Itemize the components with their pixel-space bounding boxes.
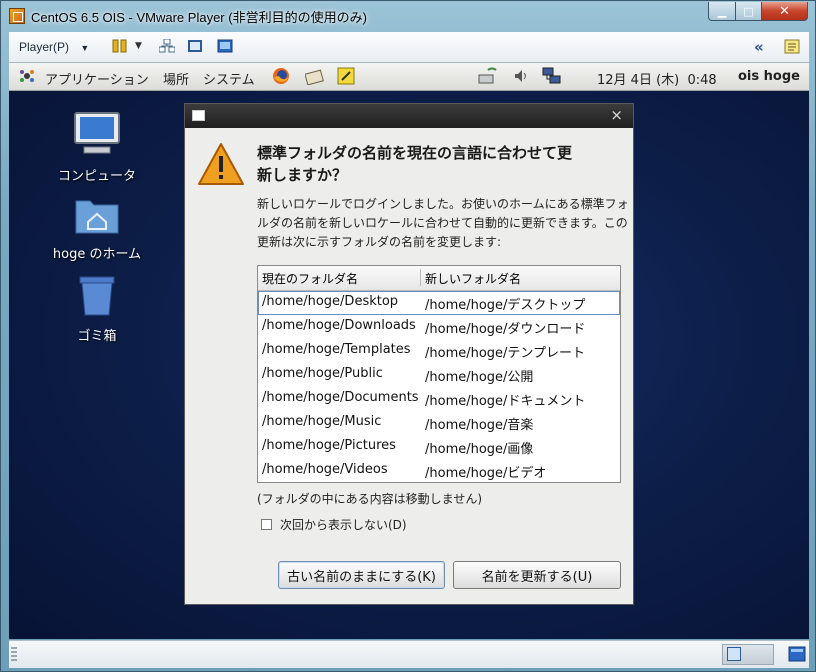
cell-new: /home/hoge/公開 [425,370,534,385]
table-row[interactable]: /home/hoge/Desktop /home/hoge/デスクトップ [258,291,620,315]
cell-current: /home/hoge/Pictures [262,438,396,453]
note-text: (フォルダの中にある内容は移動しません) [257,492,483,506]
table-row[interactable]: /home/hoge/Downloads /home/hoge/ダウンロード [258,315,620,339]
cell-new: /home/hoge/画像 [425,442,534,457]
dialog-close-icon[interactable]: × [610,106,623,124]
maximize-icon: □ [743,4,754,18]
minimize-icon: ▁ [717,4,727,18]
vmware-window: CentOS 6.5 OIS - VMware Player (非営利目的の使用… [0,0,816,672]
dont-show-again-checkbox[interactable] [261,519,272,530]
cell-current: /home/hoge/Downloads [262,318,416,333]
cell-new: /home/hoge/ドキュメント [425,394,586,409]
player-menu-label: Player(P) [19,40,70,54]
user-menu[interactable]: ois hoge [738,69,800,84]
column-separator [420,269,421,286]
cell-current: /home/hoge/Music [262,414,382,429]
dialog-heading: 標準フォルダの名前を現在の言語に合わせて更新しますか？ [257,144,573,184]
vmware-app-icon [9,8,25,24]
update-names-button[interactable]: 名前を更新する(U) [453,561,621,589]
cell-new: /home/hoge/ダウンロード [425,322,586,337]
table-row[interactable]: /home/hoge/Pictures /home/hoge/画像 [258,435,620,459]
network-status-icon[interactable] [478,67,497,85]
window-title: CentOS 6.5 OIS - VMware Player (非営利目的の使用… [31,10,367,25]
unity-icon[interactable] [217,39,233,53]
menu-places[interactable]: 場所 [163,69,189,88]
dialog-body-text: 新しいロケールでログインしました。お使いのホームにある標準フォルダの名前を新しい… [257,197,629,249]
mail-icon[interactable] [304,67,324,86]
cell-current: /home/hoge/Videos [262,462,388,477]
desktop-icon-computer[interactable]: コンピュータ [52,111,142,184]
warning-icon [197,142,245,190]
close-icon: ✕ [779,3,790,19]
resize-grip-icon [11,647,17,663]
table-row[interactable]: /home/hoge/Videos /home/hoge/ビデオ [258,459,620,483]
gnome-top-panel: アプリケーション 場所 システム 12月 4日 (木) 0:48 ois hog… [9,63,809,91]
minimize-button[interactable]: ▁ [708,2,736,21]
vmware-status-bar [9,640,809,668]
cell-current: /home/hoge/Public [262,366,383,381]
pause-dropdown-icon[interactable]: ▼ [135,41,151,55]
folder-table[interactable]: 現在のフォルダ名 新しいフォルダ名 /home/hoge/Desktop /ho… [257,265,621,483]
cell-new: /home/hoge/ビデオ [425,466,547,481]
table-row[interactable]: /home/hoge/Public /home/hoge/公開 [258,363,620,387]
dialog-title-bar[interactable]: × [185,104,633,128]
dialog-window-icon [192,110,205,121]
cell-new: /home/hoge/音楽 [425,418,534,433]
gnome-foot-icon [18,67,36,85]
volume-icon[interactable] [512,67,530,85]
column-header-new[interactable]: 新しいフォルダ名 [425,270,521,287]
cell-new: /home/hoge/デスクトップ [425,298,586,313]
title-bar[interactable]: CentOS 6.5 OIS - VMware Player (非営利目的の使用… [1,1,816,31]
column-header-current[interactable]: 現在のフォルダ名 [262,270,358,287]
notes-icon[interactable] [784,39,800,54]
collapse-icon[interactable]: « [754,38,770,56]
cell-current: /home/hoge/Templates [262,342,411,357]
clock[interactable]: 12月 4日 (木) 0:48 [597,69,717,88]
menu-system[interactable]: システム [203,69,255,88]
fullscreen-icon[interactable] [187,39,203,53]
desktop-icon-label: ゴミ箱 [77,329,117,344]
cell-current: /home/hoge/Desktop [262,294,399,309]
network-devices-icon[interactable] [158,38,176,53]
maximize-button[interactable]: □ [735,2,762,21]
close-button[interactable]: ✕ [761,2,808,21]
network-manager-icon[interactable] [541,67,561,85]
table-header: 現在のフォルダ名 新しいフォルダ名 [258,266,620,291]
pause-icon[interactable] [112,39,128,53]
cell-current: /home/hoge/Documents [262,390,419,405]
text-editor-icon[interactable] [337,67,355,85]
desktop-icon-trash[interactable]: ゴミ箱 [52,275,142,344]
player-menu[interactable]: Player(P) ▼ [19,40,89,54]
cell-new: /home/hoge/テンプレート [425,346,586,361]
firefox-icon[interactable] [272,67,290,85]
table-row[interactable]: /home/hoge/Music /home/hoge/音楽 [258,411,620,435]
desktop-icon-home[interactable]: hoge のホーム [52,195,142,262]
menu-applications[interactable]: アプリケーション [45,69,149,88]
desktop-icon-label: コンピュータ [57,169,136,184]
trash-icon [74,276,120,321]
vmware-toolbar: Player(P) ▼ ▼ « [9,32,809,63]
computer-icon [72,112,122,161]
folder-rename-dialog: × 標準フォルダの名前を現在の言語に合わせて更新しますか？ 新しいロケールでログ… [184,103,634,605]
table-row[interactable]: /home/hoge/Documents /home/hoge/ドキュメント [258,387,620,411]
desktop-icon-label: hoge のホーム [52,247,142,262]
message-log-icon[interactable] [788,645,806,667]
home-folder-icon [74,200,120,239]
dont-show-again-label[interactable]: 次回から表示しない(D) [280,516,407,533]
table-row[interactable]: /home/hoge/Templates /home/hoge/テンプレート [258,339,620,363]
keep-old-names-button[interactable]: 古い名前のままにする(K) [278,561,445,589]
device-status-icon[interactable] [722,644,774,665]
chevron-down-icon: ▼ [80,43,90,53]
